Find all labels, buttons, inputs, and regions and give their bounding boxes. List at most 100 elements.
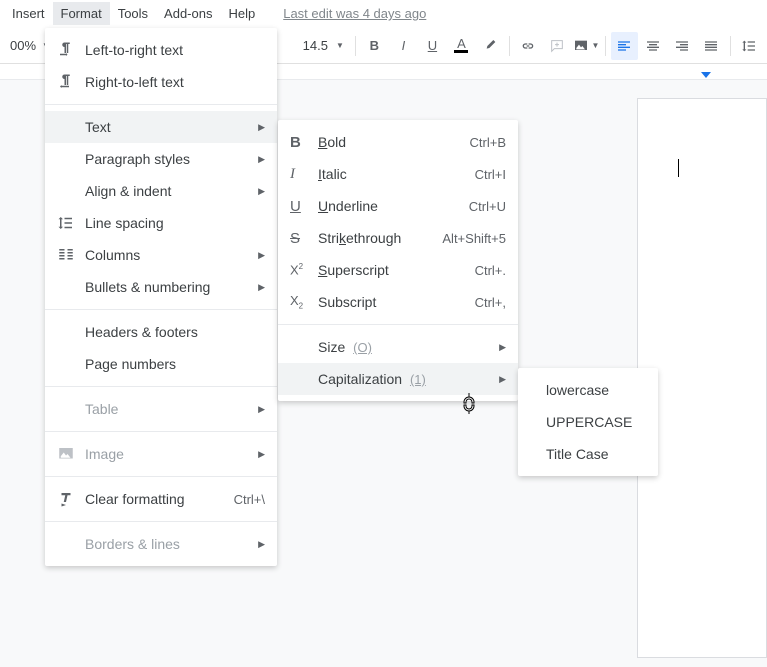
menu-item-label: Clear formatting — [85, 491, 234, 507]
menu-item-borders-lines: Borders & lines ▶ — [45, 528, 277, 560]
clear-formatting-icon — [57, 490, 85, 508]
italic-button[interactable]: I — [390, 32, 417, 60]
menu-item-rtl[interactable]: Right-to-left text — [45, 66, 277, 98]
insert-link-button[interactable] — [515, 32, 542, 60]
menu-item-italic[interactable]: I Italic Ctrl+I — [278, 158, 518, 190]
submenu-arrow-icon: ▶ — [258, 122, 265, 133]
menu-addons[interactable]: Add-ons — [156, 2, 220, 25]
insert-image-button[interactable]: ▼ — [573, 32, 600, 60]
menu-item-text[interactable]: Text ▶ — [45, 111, 277, 143]
strikethrough-icon: S — [290, 230, 318, 247]
zoom-value: 00% — [10, 38, 36, 53]
superscript-icon: X2 — [290, 262, 318, 277]
menu-item-label: Line spacing — [85, 215, 265, 231]
line-spacing-button[interactable] — [736, 32, 763, 60]
subscript-icon: X2 — [290, 293, 318, 311]
menu-item-line-spacing[interactable]: Line spacing — [45, 207, 277, 239]
submenu-arrow-icon: ▶ — [258, 404, 265, 415]
menu-item-label: Columns — [85, 247, 250, 263]
last-edit-label[interactable]: Last edit was 4 days ago — [283, 6, 426, 21]
columns-icon — [57, 246, 85, 264]
highlight-color-button[interactable] — [477, 32, 504, 60]
menu-item-label: UPPERCASE — [530, 414, 646, 430]
menu-item-label: Right-to-left text — [85, 74, 265, 90]
menu-item-table: Table ▶ — [45, 393, 277, 425]
menu-item-columns[interactable]: Columns ▶ — [45, 239, 277, 271]
menu-item-lowercase[interactable]: lowercase — [518, 374, 658, 406]
menu-item-label: Bold — [318, 134, 470, 150]
menu-insert[interactable]: Insert — [4, 2, 53, 25]
align-center-button[interactable] — [640, 32, 667, 60]
insert-comment-button[interactable] — [544, 32, 571, 60]
menu-item-label: Borders & lines — [85, 536, 250, 552]
menu-item-label: Image — [85, 446, 250, 462]
menu-item-paragraph-styles[interactable]: Paragraph styles ▶ — [45, 143, 277, 175]
menu-item-underline[interactable]: U Underline Ctrl+U — [278, 190, 518, 222]
shortcut-label: Ctrl+\ — [234, 492, 265, 507]
italic-icon: I — [290, 166, 318, 183]
menu-item-headers-footers[interactable]: Headers & footers — [45, 316, 277, 348]
underline-button[interactable]: U — [419, 32, 446, 60]
shortcut-label: Ctrl+, — [475, 295, 506, 310]
text-cursor — [678, 159, 679, 177]
menu-item-label: Table — [85, 401, 250, 417]
ltr-icon — [57, 41, 85, 59]
menu-item-label: lowercase — [530, 382, 646, 398]
submenu-arrow-icon: ▶ — [258, 154, 265, 165]
menubar: Insert Format Tools Add-ons Help Last ed… — [0, 0, 767, 28]
menu-item-label: Headers & footers — [85, 324, 265, 340]
menu-item-titlecase[interactable]: Title Case — [518, 438, 658, 470]
menu-item-size[interactable]: Size (O) ▶ — [278, 331, 518, 363]
submenu-arrow-icon: ▶ — [258, 186, 265, 197]
chevron-down-icon: ▼ — [336, 41, 344, 50]
text-submenu-panel: B Bold Ctrl+B I Italic Ctrl+I U Underlin… — [278, 120, 518, 401]
shortcut-label: Ctrl+I — [475, 167, 506, 182]
font-size-value: 14.5 — [303, 38, 328, 53]
indent-marker-icon[interactable] — [701, 72, 711, 78]
menu-item-capitalization[interactable]: Capitalization (1) ▶ — [278, 363, 518, 395]
menu-item-label: Align & indent — [85, 183, 250, 199]
menu-item-clear-formatting[interactable]: Clear formatting Ctrl+\ — [45, 483, 277, 515]
shortcut-label: Ctrl+B — [470, 135, 506, 150]
menu-item-subscript[interactable]: X2 Subscript Ctrl+, — [278, 286, 518, 318]
menu-item-superscript[interactable]: X2 Superscript Ctrl+. — [278, 254, 518, 286]
align-justify-button[interactable] — [698, 32, 725, 60]
submenu-arrow-icon: ▶ — [258, 250, 265, 261]
menu-item-bold[interactable]: B Bold Ctrl+B — [278, 126, 518, 158]
menu-item-page-numbers[interactable]: Page numbers — [45, 348, 277, 380]
menu-item-align-indent[interactable]: Align & indent ▶ — [45, 175, 277, 207]
menu-item-label: Text — [85, 119, 250, 135]
align-left-button[interactable] — [611, 32, 638, 60]
bold-icon: B — [290, 134, 318, 151]
underline-icon: U — [290, 198, 318, 215]
font-size-dropdown[interactable]: 14.5 ▼ — [297, 38, 350, 53]
chevron-down-icon: ▼ — [591, 41, 599, 50]
menu-item-label: Subscript — [318, 294, 475, 310]
submenu-arrow-icon: ▶ — [499, 342, 506, 353]
menu-item-uppercase[interactable]: UPPERCASE — [518, 406, 658, 438]
format-menu-panel: Left-to-right text Right-to-left text Te… — [45, 28, 277, 566]
menu-item-label: Strikethrough — [318, 230, 442, 246]
menu-item-ltr[interactable]: Left-to-right text — [45, 34, 277, 66]
submenu-arrow-icon: ▶ — [258, 282, 265, 293]
menu-format[interactable]: Format — [53, 2, 110, 25]
menu-item-label: Title Case — [530, 446, 646, 462]
bold-button[interactable]: B — [361, 32, 388, 60]
menu-item-bullets-numbering[interactable]: Bullets & numbering ▶ — [45, 271, 277, 303]
shortcut-label: Ctrl+. — [475, 263, 506, 278]
menu-item-label: Page numbers — [85, 356, 265, 372]
submenu-arrow-icon: ▶ — [499, 374, 506, 385]
menu-item-label: Underline — [318, 198, 469, 214]
menu-item-label: Italic — [318, 166, 475, 182]
submenu-arrow-icon: ▶ — [258, 449, 265, 460]
menu-item-label: Superscript — [318, 262, 475, 278]
image-icon — [57, 445, 85, 463]
align-right-button[interactable] — [669, 32, 696, 60]
line-spacing-icon — [57, 214, 85, 232]
capitalization-submenu-panel: lowercase UPPERCASE Title Case — [518, 368, 658, 476]
text-color-button[interactable]: A — [448, 32, 475, 60]
menu-tools[interactable]: Tools — [110, 2, 156, 25]
menu-help[interactable]: Help — [220, 2, 263, 25]
menu-item-label: Paragraph styles — [85, 151, 250, 167]
menu-item-strikethrough[interactable]: S Strikethrough Alt+Shift+5 — [278, 222, 518, 254]
